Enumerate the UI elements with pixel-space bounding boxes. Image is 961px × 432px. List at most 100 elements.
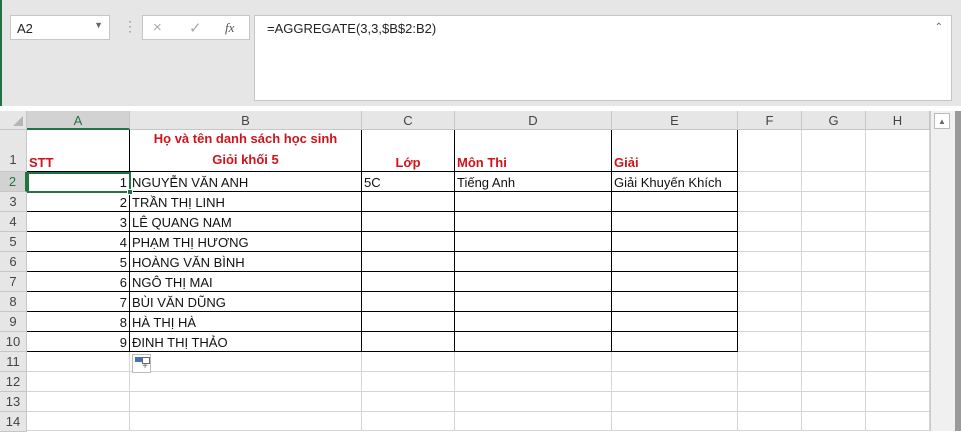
- header-name[interactable]: Họ và tên danh sách học sinh Giỏi khối 5: [130, 130, 362, 172]
- row-header-11[interactable]: 11: [0, 352, 27, 372]
- cell-e5[interactable]: [612, 232, 738, 252]
- scroll-up-icon[interactable]: ▲: [934, 113, 950, 129]
- cell-h13[interactable]: [866, 392, 930, 412]
- row-header-1[interactable]: 1: [0, 130, 27, 172]
- row-header-8[interactable]: 8: [0, 292, 27, 312]
- cell-c11[interactable]: [362, 352, 455, 372]
- cell-d2[interactable]: Tiếng Anh: [455, 172, 612, 192]
- cell-b9[interactable]: HÀ THỊ HÀ: [130, 312, 362, 332]
- cell-f4[interactable]: [738, 212, 802, 232]
- column-header-c[interactable]: C: [362, 111, 455, 130]
- cell-g5[interactable]: [802, 232, 866, 252]
- column-header-a[interactable]: A: [27, 111, 130, 130]
- cell-f1[interactable]: [738, 130, 802, 172]
- row-header-7[interactable]: 7: [0, 272, 27, 292]
- row-header-2[interactable]: 2: [0, 172, 27, 192]
- cell-e10[interactable]: [612, 332, 738, 352]
- cell-g1[interactable]: [802, 130, 866, 172]
- cell-c5[interactable]: [362, 232, 455, 252]
- cell-c4[interactable]: [362, 212, 455, 232]
- cell-f8[interactable]: [738, 292, 802, 312]
- row-header-12[interactable]: 12: [0, 372, 27, 392]
- paste-options-icon[interactable]: +: [132, 354, 151, 373]
- cell-b2[interactable]: NGUYỄN VĂN ANH: [130, 172, 362, 192]
- cell-h6[interactable]: [866, 252, 930, 272]
- cell-g8[interactable]: [802, 292, 866, 312]
- cell-a13[interactable]: [27, 392, 130, 412]
- cell-f5[interactable]: [738, 232, 802, 252]
- cell-c14[interactable]: [362, 412, 455, 431]
- cell-d8[interactable]: [455, 292, 612, 312]
- select-all-corner[interactable]: [0, 111, 27, 130]
- cell-c13[interactable]: [362, 392, 455, 412]
- cell-g7[interactable]: [802, 272, 866, 292]
- name-box[interactable]: A2 ▼: [10, 15, 110, 40]
- cell-b14[interactable]: [130, 412, 362, 431]
- header-subject[interactable]: Môn Thi: [455, 130, 612, 172]
- cell-f6[interactable]: [738, 252, 802, 272]
- cell-f12[interactable]: [738, 372, 802, 392]
- cell-c7[interactable]: [362, 272, 455, 292]
- cell-b5[interactable]: PHẠM THỊ HƯƠNG: [130, 232, 362, 252]
- header-class[interactable]: Lớp: [362, 130, 455, 172]
- cell-a12[interactable]: [27, 372, 130, 392]
- cell-c8[interactable]: [362, 292, 455, 312]
- cell-d6[interactable]: [455, 252, 612, 272]
- cell-a6[interactable]: 5: [27, 252, 130, 272]
- cell-b12[interactable]: [130, 372, 362, 392]
- cell-c6[interactable]: [362, 252, 455, 272]
- vertical-scrollbar[interactable]: ▲: [930, 111, 961, 431]
- cell-e4[interactable]: [612, 212, 738, 232]
- cell-f9[interactable]: [738, 312, 802, 332]
- cell-f13[interactable]: [738, 392, 802, 412]
- row-header-10[interactable]: 10: [0, 332, 27, 352]
- column-header-e[interactable]: E: [612, 111, 738, 130]
- cell-g3[interactable]: [802, 192, 866, 212]
- cell-g4[interactable]: [802, 212, 866, 232]
- cell-f14[interactable]: [738, 412, 802, 431]
- cell-e13[interactable]: [612, 392, 738, 412]
- cell-b8[interactable]: BÙI VĂN DŨNG: [130, 292, 362, 312]
- cell-e7[interactable]: [612, 272, 738, 292]
- row-header-4[interactable]: 4: [0, 212, 27, 232]
- cell-b10[interactable]: ĐINH THỊ THẢO: [130, 332, 362, 352]
- cell-a11[interactable]: [27, 352, 130, 372]
- cell-e2[interactable]: Giải Khuyến Khích: [612, 172, 738, 192]
- cell-f2[interactable]: [738, 172, 802, 192]
- cell-h9[interactable]: [866, 312, 930, 332]
- cell-g13[interactable]: [802, 392, 866, 412]
- cell-b11[interactable]: [130, 352, 362, 372]
- cell-g2[interactable]: [802, 172, 866, 192]
- cell-b7[interactable]: NGÔ THỊ MAI: [130, 272, 362, 292]
- cell-a3[interactable]: 2: [27, 192, 130, 212]
- cell-h10[interactable]: [866, 332, 930, 352]
- cell-c9[interactable]: [362, 312, 455, 332]
- cell-a10[interactable]: 9: [27, 332, 130, 352]
- cell-h14[interactable]: [866, 412, 930, 431]
- insert-function-icon[interactable]: fx: [225, 20, 234, 36]
- cell-g14[interactable]: [802, 412, 866, 431]
- formula-input[interactable]: =AGGREGATE(3,3,$B$2:B2) ⌃: [254, 15, 952, 101]
- row-header-5[interactable]: 5: [0, 232, 27, 252]
- collapse-formula-bar-icon[interactable]: ⌃: [935, 22, 943, 33]
- cell-f7[interactable]: [738, 272, 802, 292]
- cell-a9[interactable]: 8: [27, 312, 130, 332]
- cell-e8[interactable]: [612, 292, 738, 312]
- cell-f10[interactable]: [738, 332, 802, 352]
- cell-h11[interactable]: [866, 352, 930, 372]
- row-header-13[interactable]: 13: [0, 392, 27, 412]
- column-header-h[interactable]: H: [866, 111, 930, 130]
- cell-h7[interactable]: [866, 272, 930, 292]
- cell-g6[interactable]: [802, 252, 866, 272]
- cell-b6[interactable]: HOÀNG VĂN BÌNH: [130, 252, 362, 272]
- cell-d3[interactable]: [455, 192, 612, 212]
- cell-b13[interactable]: [130, 392, 362, 412]
- row-header-3[interactable]: 3: [0, 192, 27, 212]
- cell-b4[interactable]: LÊ QUANG NAM: [130, 212, 362, 232]
- cell-a14[interactable]: [27, 412, 130, 431]
- cell-c12[interactable]: [362, 372, 455, 392]
- cell-e12[interactable]: [612, 372, 738, 392]
- cell-g12[interactable]: [802, 372, 866, 392]
- row-header-14[interactable]: 14: [0, 412, 27, 432]
- cancel-icon[interactable]: ×: [153, 19, 162, 36]
